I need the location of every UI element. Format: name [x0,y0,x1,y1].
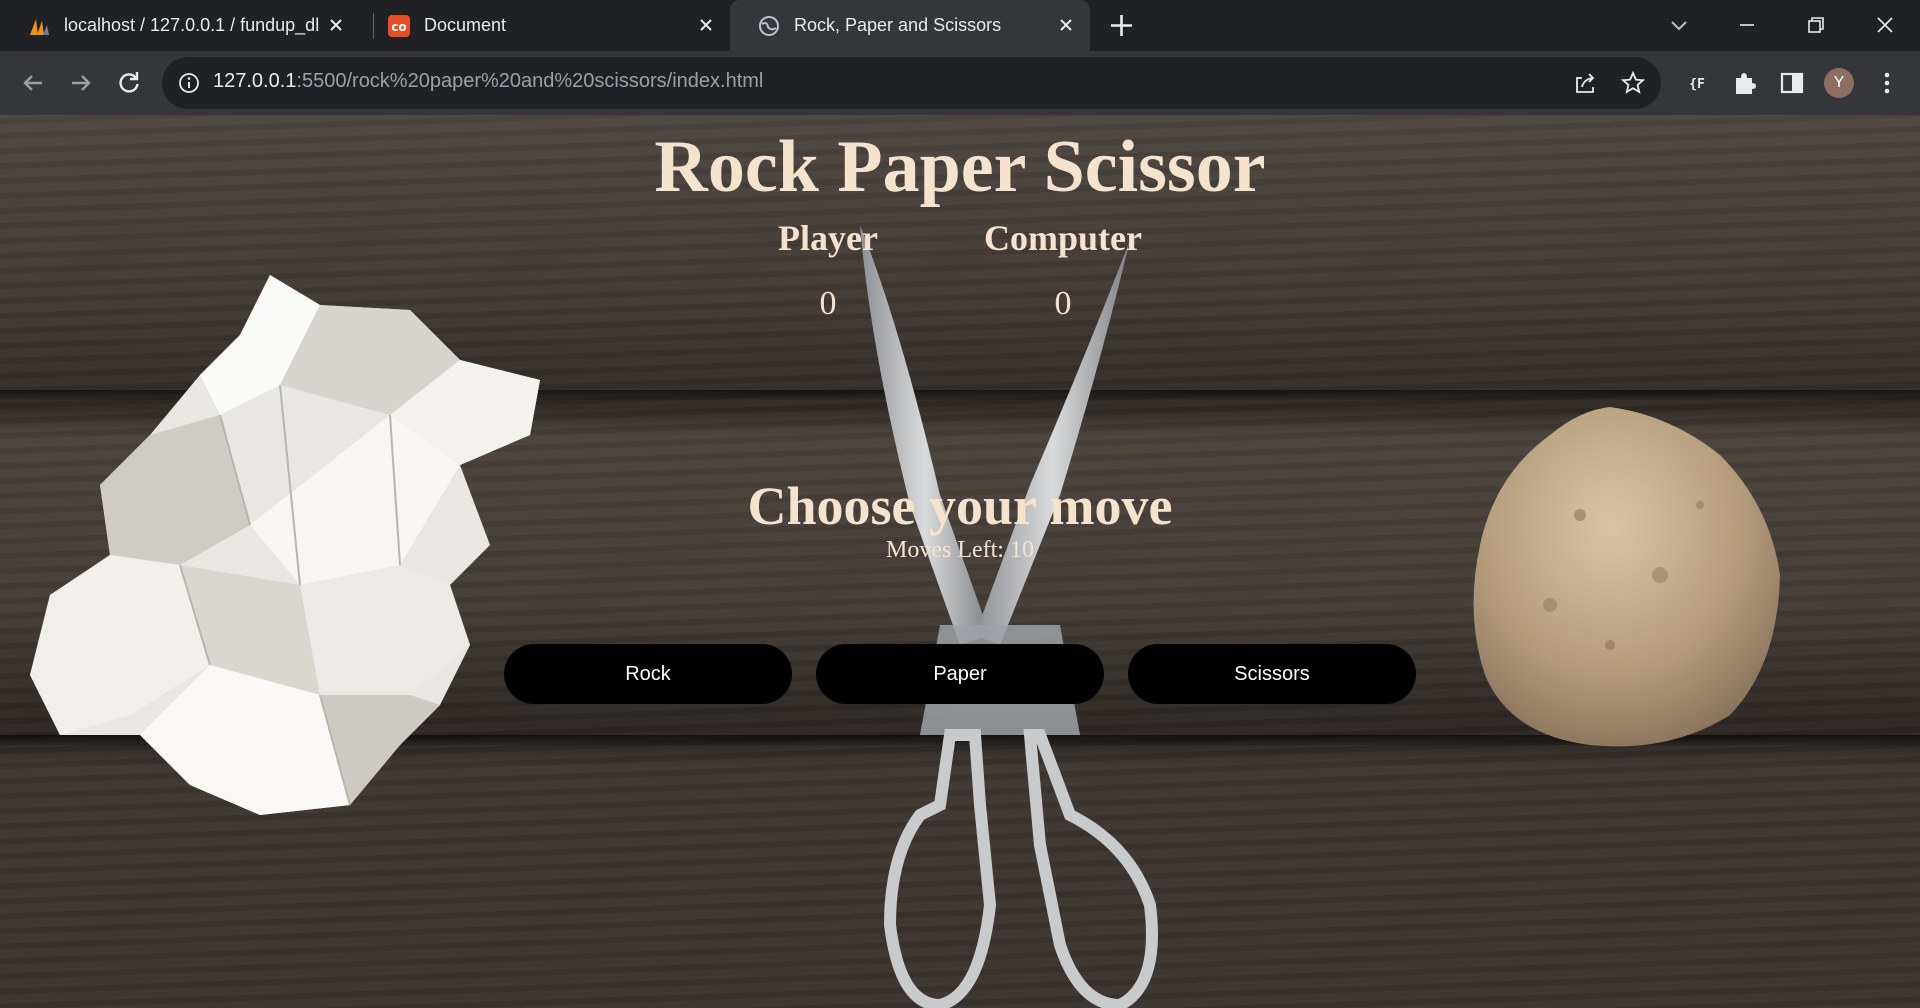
new-tab-icon[interactable] [1108,12,1135,39]
reload-icon[interactable] [114,68,144,98]
scissors-button[interactable]: Scissors [1128,644,1416,704]
close-icon[interactable] [326,15,346,35]
tab-rock-paper-scissors[interactable]: Rock, Paper and Scissors [730,0,1090,51]
formatter-extension-icon[interactable]: {F [1682,68,1712,98]
paper-button[interactable]: Paper [816,644,1104,704]
player-label: Player [778,218,878,258]
close-window-icon[interactable] [1872,12,1898,38]
close-icon[interactable] [1056,15,1076,35]
browser-toolbar: 127.0.0.1:5500/rock%20paper%20and%20scis… [0,51,1920,115]
player-score: 0 [819,285,837,322]
rock-button[interactable]: Rock [504,644,792,704]
moves-left-label: Moves Left: [886,537,1010,563]
tab-document[interactable]: co Document [360,0,730,51]
html5-icon: co [388,14,410,37]
url-host: 127.0.0.1 [213,70,297,92]
url-text[interactable]: 127.0.0.1:5500/rock%20paper%20and%20scis… [213,70,763,93]
site-info-icon[interactable] [178,72,200,94]
back-icon[interactable] [18,68,48,98]
forward-icon[interactable] [66,68,96,98]
share-icon[interactable] [1572,70,1598,96]
moves-left-count: 10 [1009,537,1034,563]
moves-left: Moves Left: 10 [0,537,1920,564]
extensions-puzzle-icon[interactable] [1730,68,1760,98]
globe-icon [759,15,779,36]
computer-score: 0 [1054,285,1072,322]
side-panel-icon[interactable] [1777,68,1807,98]
url-path: :5500/rock%20paper%20and%20scissors/inde… [296,70,764,92]
game-title: Rock Paper Scissor [654,126,1266,208]
profile-avatar[interactable]: Y [1824,68,1854,98]
computer-label: Computer [984,218,1142,258]
restore-icon[interactable] [1803,12,1829,38]
tab-search-icon[interactable] [1666,12,1692,38]
svg-text:co: co [391,20,406,34]
menu-kebab-icon[interactable] [1872,68,1902,98]
tab-phpmyadmin[interactable]: localhost / 127.0.0.1 / fundup_dl [0,0,360,51]
tab-title: localhost / 127.0.0.1 / fundup_dl [64,15,320,35]
close-icon[interactable] [696,15,716,35]
minimize-icon[interactable] [1734,12,1760,38]
phpmyadmin-icon [30,18,49,35]
tab-title: Document [424,15,507,35]
svg-text:{F: {F [1689,77,1705,92]
address-bar[interactable]: 127.0.0.1:5500/rock%20paper%20and%20scis… [162,57,1661,109]
page-viewport: Rock Paper Scissor Player Computer 0 0 C… [0,115,1920,1008]
tab-strip: localhost / 127.0.0.1 / fundup_dl co Doc… [0,0,1920,51]
tab-title: Rock, Paper and Scissors [794,15,1002,35]
choose-move-heading: Choose your move [747,476,1173,536]
bookmark-star-icon[interactable] [1620,70,1646,96]
rock-image [1473,407,1780,747]
scissors-image [860,225,1158,1008]
